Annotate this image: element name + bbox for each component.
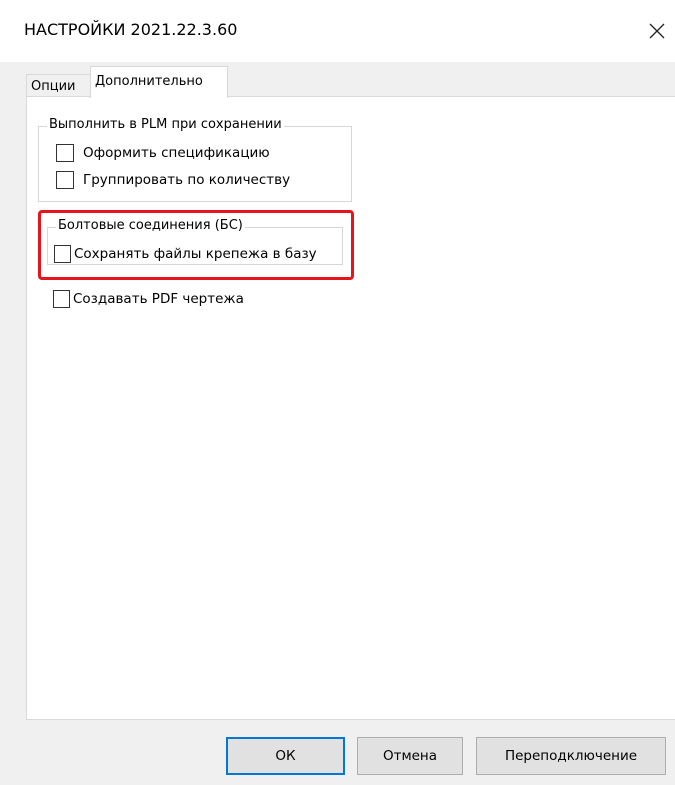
checkbox-row-create-pdf[interactable]: Создавать PDF чертежа bbox=[53, 290, 244, 308]
window-title: НАСТРОЙКИ 2021.22.3.60 bbox=[24, 20, 238, 39]
tab-options[interactable]: Опции bbox=[26, 74, 92, 98]
tab-panel-additional: Выполнить в PLM при сохранении Оформить … bbox=[26, 96, 675, 720]
checkbox-specification[interactable] bbox=[56, 144, 74, 162]
close-button[interactable] bbox=[640, 14, 674, 48]
checkbox-group-by-quantity[interactable] bbox=[56, 171, 74, 189]
checkbox-specification-label: Оформить спецификацию bbox=[83, 145, 270, 161]
title-bar: НАСТРОЙКИ 2021.22.3.60 bbox=[0, 0, 675, 62]
checkbox-row-specification[interactable]: Оформить спецификацию bbox=[56, 144, 270, 162]
checkbox-create-pdf[interactable] bbox=[53, 290, 70, 308]
cancel-button[interactable]: Отмена bbox=[357, 737, 463, 775]
close-icon bbox=[649, 23, 665, 39]
tab-additional[interactable]: Дополнительно bbox=[90, 66, 228, 98]
checkbox-group-by-quantity-label: Группировать по количеству bbox=[83, 172, 291, 188]
group-plm-title: Выполнить в PLM при сохранении bbox=[47, 117, 284, 132]
highlight-box bbox=[38, 210, 354, 280]
ok-button[interactable]: ОК bbox=[226, 737, 345, 775]
checkbox-row-group-by-quantity[interactable]: Группировать по количеству bbox=[56, 171, 290, 189]
reconnect-button[interactable]: Переподключение bbox=[476, 737, 666, 775]
settings-dialog: НАСТРОЙКИ 2021.22.3.60 Опции Дополнитель… bbox=[0, 0, 675, 785]
group-plm-save: Выполнить в PLM при сохранении Оформить … bbox=[38, 117, 352, 202]
checkbox-create-pdf-label: Создавать PDF чертежа bbox=[73, 291, 244, 307]
